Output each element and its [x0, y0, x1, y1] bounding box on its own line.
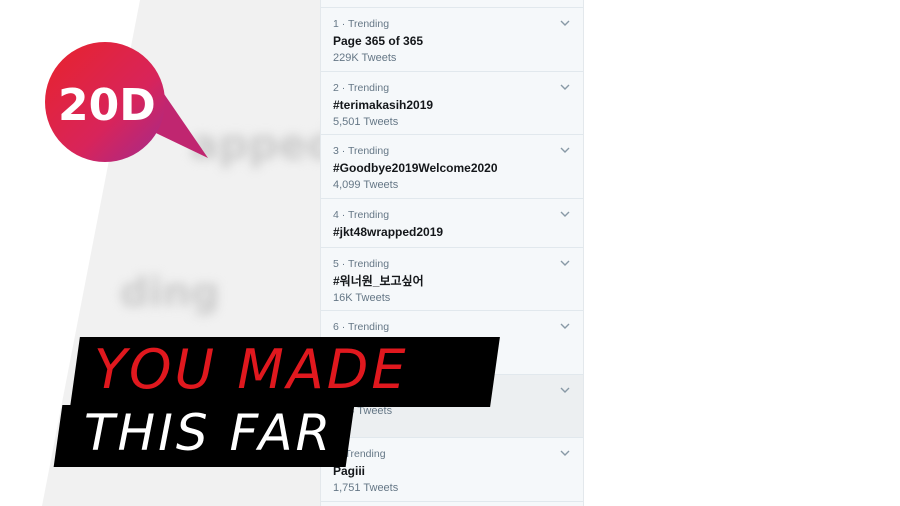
- blurred-text: ding: [120, 270, 220, 316]
- banner-subline: THIS FAR: [84, 404, 334, 462]
- trend-meta: 3 · Trending: [333, 145, 390, 157]
- trend-item[interactable]: 3 · Trending #Goodbye2019Welcome2020 4,0…: [321, 135, 583, 199]
- panel-divider: [321, 0, 583, 8]
- trend-meta: 6 · Trending: [333, 321, 390, 333]
- site-logo: 20D: [40, 38, 215, 173]
- trend-name[interactable]: #terimakasih2019: [333, 97, 571, 114]
- chevron-down-icon[interactable]: [559, 384, 571, 396]
- trend-name[interactable]: Page 365 of 365: [333, 33, 571, 50]
- logo-text: 20D: [58, 80, 156, 131]
- trend-name[interactable]: Pagiii: [333, 463, 571, 480]
- trend-name[interactable]: #Goodbye2019Welcome2020: [333, 160, 571, 177]
- logo-icon: 20D: [45, 42, 208, 162]
- chevron-down-icon[interactable]: [559, 17, 571, 29]
- chevron-down-icon[interactable]: [559, 208, 571, 220]
- trend-count: 5,501 Tweets: [333, 115, 399, 128]
- trend-count: 229K Tweets: [333, 52, 397, 64]
- trend-meta: ... Trending: [333, 448, 386, 460]
- chevron-down-icon[interactable]: [559, 81, 571, 93]
- trend-meta: 1 · Trending: [333, 18, 390, 30]
- trend-item[interactable]: 1 · Trending Page 365 of 365 229K Tweets: [321, 8, 583, 72]
- trend-name[interactable]: #jkt48wrapped2019: [333, 224, 571, 241]
- trend-count: 1,751 Tweets: [333, 482, 399, 494]
- trend-count: 4,099 Tweets: [333, 179, 399, 191]
- trend-item[interactable]: 2 · Trending #terimakasih2019 5,501 Twee…: [321, 72, 583, 135]
- chevron-down-icon[interactable]: [559, 447, 571, 459]
- trend-count: 16K Tweets: [333, 291, 391, 304]
- chevron-down-icon[interactable]: [559, 144, 571, 156]
- trend-meta: 2 · Trending: [333, 81, 390, 94]
- trend-name[interactable]: #워너원_보고싶어: [333, 273, 571, 290]
- trends-panel: 1 · Trending Page 365 of 365 229K Tweets…: [320, 0, 584, 506]
- trend-item[interactable]: 4 · Trending #jkt48wrapped2019: [321, 199, 583, 248]
- right-background: [585, 0, 900, 506]
- trend-item[interactable]: 5 · Trending #워너원_보고싶어 16K Tweets: [321, 248, 583, 311]
- chevron-down-icon[interactable]: [559, 257, 571, 269]
- trend-meta: 5 · Trending: [333, 257, 390, 270]
- trend-meta: 4 · Trending: [333, 208, 390, 221]
- trend-item[interactable]: ... Trending Pagiii 1,751 Tweets: [321, 438, 583, 502]
- banner-headline: YOU MADE: [94, 338, 409, 401]
- chevron-down-icon[interactable]: [559, 320, 571, 332]
